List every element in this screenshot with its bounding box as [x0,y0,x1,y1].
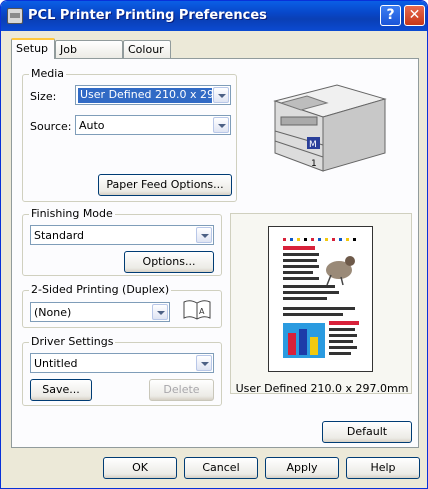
preview-caption: User Defined 210.0 x 297.0mm [235,382,409,395]
color-dots [283,238,356,241]
printer-icon [7,8,23,24]
save-button[interactable]: Save... [30,379,92,401]
driver-settings-dropdown[interactable]: Untitled [30,353,214,373]
apply-button[interactable]: Apply [265,457,339,479]
tray-number: 1 [311,159,317,169]
source-label: Source: [30,120,72,133]
printer-illustration: M 1 [273,84,387,172]
finishing-group-label: Finishing Mode [29,207,115,220]
title-bar[interactable]: PCL Printer Printing Preferences ? ✕ [1,1,427,31]
help-button[interactable]: Help [346,457,420,479]
duplex-dropdown[interactable]: (None) [30,302,170,322]
cancel-button[interactable]: Cancel [184,457,258,479]
tab-colour[interactable]: Colour [123,40,171,58]
page-content-thumbnail [283,238,359,358]
duplex-value: (None) [34,306,72,319]
dialog-window: PCL Printer Printing Preferences ? ✕ Set… [0,0,428,489]
finishing-value: Standard [34,229,85,242]
chevron-down-icon[interactable] [213,87,229,103]
size-value: User Defined 210.0 x 297.0m [78,88,212,103]
page-preview: User Defined 210.0 x 297.0mm [230,213,412,395]
driver-group-label: Driver Settings [29,335,116,348]
size-label: Size: [30,90,57,103]
media-group-label: Media [29,67,67,80]
finishing-mode-dropdown[interactable]: Standard [30,225,214,245]
paper-feed-options-button[interactable]: Paper Feed Options... [98,174,232,196]
chevron-down-icon[interactable] [213,117,229,133]
driver-value: Untitled [34,357,78,370]
duplex-group-label: 2-Sided Printing (Duplex) [29,283,172,296]
page-thumbnail [268,226,373,372]
driver-settings-group: Driver Settings Untitled Save... Delete [22,335,222,406]
setup-panel: Media Size: User Defined 210.0 x 297.0m … [11,58,419,448]
chevron-down-icon[interactable] [196,227,212,243]
close-button[interactable]: ✕ [404,5,425,26]
tab-job-options[interactable]: Job Options [55,40,123,69]
chevron-down-icon[interactable] [152,304,168,320]
size-dropdown[interactable]: User Defined 210.0 x 297.0m [75,85,231,105]
media-group: Media Size: User Defined 210.0 x 297.0m … [22,67,237,202]
duplex-book-icon: A [183,300,211,320]
svg-text:A: A [199,307,205,316]
window-title: PCL Printer Printing Preferences [28,8,267,23]
default-button[interactable]: Default [322,421,412,443]
chevron-down-icon[interactable] [196,355,212,371]
delete-button[interactable]: Delete [149,379,214,401]
finishing-options-button[interactable]: Options... [124,251,214,273]
help-title-button[interactable]: ? [380,5,401,26]
ok-button[interactable]: OK [103,457,177,479]
source-dropdown[interactable]: Auto [75,115,231,135]
tab-setup[interactable]: Setup [11,38,55,59]
finishing-mode-group: Finishing Mode Standard Options... [22,207,222,276]
source-value: Auto [79,119,105,132]
printer-badge: M [309,140,317,150]
